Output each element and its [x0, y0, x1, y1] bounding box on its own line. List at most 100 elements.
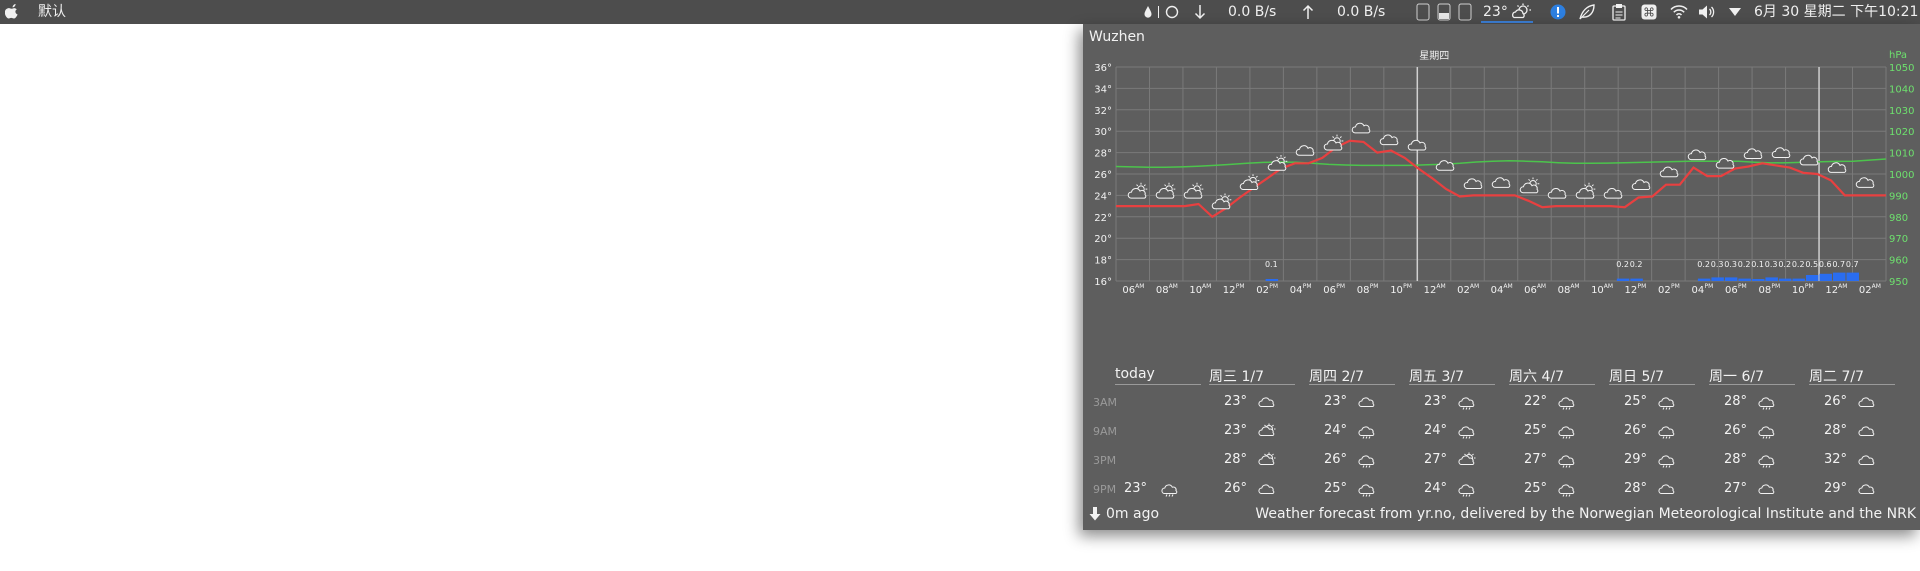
x-axis-tick-label: 10 [1591, 285, 1604, 296]
app-menu-title[interactable]: 默认 [38, 0, 66, 24]
x-axis-tick-suffix: AM [1436, 283, 1445, 290]
row-time-label: 3AM [1093, 396, 1118, 409]
network-download-speed[interactable]: 0.0 B/s [1228, 0, 1276, 24]
precipitation-label: 0.3 [1711, 260, 1724, 269]
precipitation-bar [1805, 275, 1819, 281]
precipitation-bar [1724, 277, 1738, 281]
clock-datetime[interactable]: 6月 30 星期二 下午10:21 [1754, 0, 1918, 24]
cloud-icon [1257, 394, 1277, 410]
precipitation-label: 0.1 [1265, 260, 1278, 269]
day-header[interactable]: 周六 4/7 [1509, 366, 1564, 386]
x-axis-tick-suffix: AM [1537, 283, 1546, 290]
precipitation-bar [1630, 278, 1643, 281]
day-header[interactable]: 周一 6/7 [1709, 366, 1764, 386]
x-axis-tick-suffix: PM [1403, 283, 1412, 290]
network-upload-speed[interactable]: 0.0 B/s [1337, 0, 1385, 24]
x-axis-tick-label: 04 [1290, 285, 1303, 296]
x-axis-tick-label: 02 [1256, 285, 1269, 296]
x-axis-tick-suffix: AM [1838, 283, 1847, 290]
cloud-icon [1295, 145, 1315, 156]
cloud-icon [1743, 148, 1763, 160]
disk-meter-icon[interactable] [1458, 3, 1472, 21]
x-axis-tick-suffix: PM [1771, 283, 1780, 290]
precipitation-bar [1765, 277, 1778, 281]
rain-cloud-icon [1657, 452, 1677, 468]
rain-cloud-icon [1357, 452, 1377, 468]
rain-cloud-icon [1557, 481, 1577, 497]
x-axis-tick-suffix: AM [1503, 283, 1512, 290]
x-axis-tick-suffix: PM [1704, 283, 1713, 290]
cloud-icon [1827, 162, 1847, 173]
sun-ray [1535, 178, 1538, 181]
circle-status-icon[interactable] [1165, 5, 1179, 19]
dropdown-triangle-icon[interactable] [1729, 8, 1741, 16]
pressure-axis-tick-label: 1030 [1889, 106, 1914, 117]
forecast-temp: 28° [1723, 394, 1747, 409]
x-axis-tick-label: 02 [1859, 285, 1872, 296]
upload-arrow-icon [1302, 4, 1314, 19]
leaf-icon[interactable] [1578, 3, 1596, 21]
ink-drop-icon[interactable] [1143, 5, 1153, 19]
x-axis-tick-suffix: AM [1202, 283, 1211, 290]
precipitation-bar [1819, 273, 1832, 281]
forecast-temp: 28° [1723, 452, 1747, 467]
x-axis-tick-label: 12 [1424, 285, 1437, 296]
x-axis-tick-label: 10 [1189, 285, 1202, 296]
cloud-icon [1407, 139, 1427, 151]
forecast-temp: 23° [1223, 423, 1247, 438]
forecast-temp: 27° [1423, 452, 1447, 467]
download-arrow-icon[interactable] [1089, 507, 1101, 521]
y-axis-tick-label: 18° [1094, 256, 1112, 267]
day-header[interactable]: 周四 2/7 [1309, 366, 1364, 386]
cpu-meter-icon[interactable] [1416, 3, 1430, 21]
forecast-temp: 28° [1223, 452, 1247, 467]
info-icon[interactable] [1550, 4, 1566, 20]
cloud-icon [1799, 154, 1819, 166]
command-key-icon[interactable]: ⌘ [1641, 4, 1657, 20]
pressure-axis-tick-label: 970 [1889, 234, 1908, 245]
precipitation-bar [1792, 278, 1805, 281]
wifi-icon[interactable] [1670, 4, 1688, 19]
sun-cloud-icon[interactable] [1511, 3, 1533, 20]
x-axis-tick-suffix: AM [1872, 283, 1881, 290]
x-axis-tick-label: 10 [1792, 285, 1805, 296]
forecast-credit-link[interactable]: Weather forecast from yr.no, delivered b… [1255, 506, 1916, 522]
day-header[interactable]: 周三 1/7 [1209, 366, 1264, 386]
memory-meter-icon[interactable] [1437, 3, 1451, 21]
y-axis-tick-label: 24° [1094, 191, 1112, 202]
forecast-temp: 24° [1323, 423, 1347, 438]
cloud-icon [1657, 481, 1677, 497]
day-header[interactable]: 周五 3/7 [1409, 366, 1464, 386]
precipitation-bar [1751, 279, 1765, 281]
x-axis-tick-label: 06 [1524, 285, 1537, 296]
rain-cloud-icon [1557, 423, 1577, 439]
sun-cloud-icon [1257, 452, 1277, 468]
day-header-underline [1509, 384, 1595, 385]
rain-cloud-icon [1657, 394, 1677, 410]
pressure-axis-tick-label: 960 [1889, 256, 1908, 267]
x-axis-tick-suffix: PM [1336, 283, 1345, 290]
sun-ray [1332, 136, 1335, 139]
y-axis-tick-label: 30° [1094, 127, 1112, 138]
forecast-temp: 32° [1823, 452, 1847, 467]
forecast-temp: 27° [1723, 481, 1747, 496]
apple-logo-icon[interactable] [5, 4, 19, 20]
clipboard-icon[interactable] [1612, 3, 1626, 21]
forecast-temp: 28° [1823, 423, 1847, 438]
sun-ray [1283, 156, 1286, 159]
day-header-today[interactable]: today [1115, 366, 1155, 382]
x-axis-tick-label: 06 [1122, 285, 1135, 296]
cloud-icon [1239, 179, 1259, 191]
precipitation-bar [1711, 277, 1724, 281]
cloud-icon [1857, 423, 1877, 439]
x-axis-tick-label: 12 [1825, 285, 1838, 296]
pressure-axis-tick-label: 1010 [1889, 149, 1914, 160]
precipitation-bar [1778, 278, 1792, 281]
day-header[interactable]: 周二 7/7 [1809, 366, 1864, 386]
cloud-icon [1127, 187, 1147, 199]
cloud-icon [1155, 187, 1175, 199]
weather-popup: 36° 1050 34° 1040 32° 1030 30° 1020 28° 1010 26° 10… [1083, 24, 1920, 530]
day-header[interactable]: 周日 5/7 [1609, 366, 1664, 386]
cloud-icon [1857, 394, 1877, 410]
volume-icon[interactable] [1698, 4, 1716, 20]
